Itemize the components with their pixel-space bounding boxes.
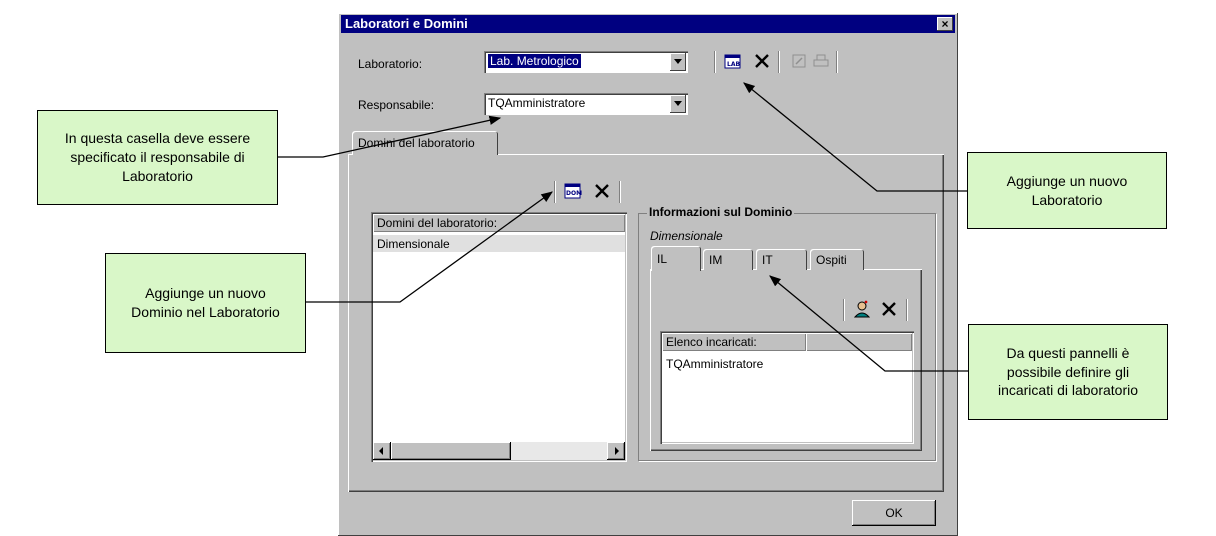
arrow-responsabile <box>278 115 502 158</box>
tab-il[interactable]: IL <box>651 246 701 271</box>
arrow-add-domain <box>306 191 553 303</box>
arrow-add-lab <box>743 82 967 192</box>
tab-label: IL <box>657 252 668 266</box>
arrow-incaricati <box>769 275 968 372</box>
callout-arrows <box>278 82 968 372</box>
